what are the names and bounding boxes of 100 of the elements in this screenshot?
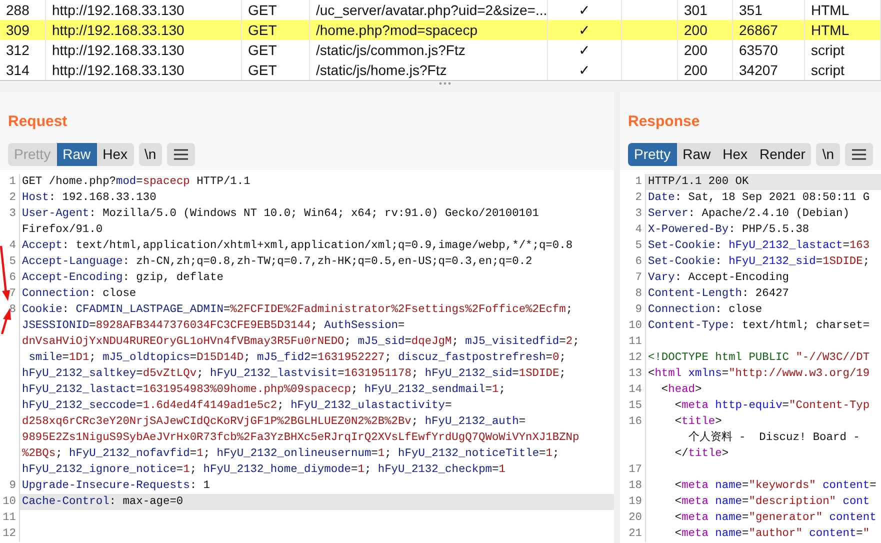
table-cell: 312: [6, 42, 30, 58]
table-cell: GET: [248, 62, 277, 78]
code-line: 9895E2Zs1NiguS9SybAeJVrHx0R73fcb%2Fa3YzBHXc5eRJrqIrQ2XVsLfEwfYrdUgQ7QWoWiVYnXJ1BZNp: [22, 432, 580, 444]
code-line: hFyU_2132_lastact=1631954983%09home.php%09spacecp; hFyU_2132_sendmail=1;: [22, 384, 506, 396]
code-line: Set-Cookie: hFyU_2132_lastact=163: [648, 240, 870, 252]
code-line: <html xmlns="http://www.w3.org/19: [648, 368, 870, 380]
table-cell: 200: [684, 62, 708, 78]
code-line: Connection: close: [648, 304, 762, 316]
line-number: 18: [628, 480, 642, 492]
menu-button[interactable]: [167, 143, 196, 166]
table-cell: GET: [248, 22, 277, 38]
arrow: [0, 246, 10, 301]
line-number: 3: [9, 208, 16, 220]
code-line: hFyU_2132_saltkey=d5vZtLQv; hFyU_2132_lastvisit=1631951178; hFyU_2132_sid=1SDIDE;: [22, 368, 566, 380]
table-cell: 200: [684, 22, 708, 38]
table-cell: http://192.168.33.130: [52, 42, 184, 58]
line-number: 3: [635, 208, 642, 220]
code-line: <title>: [674, 416, 722, 428]
table-cell: 301: [684, 2, 708, 18]
code-line: <meta name="keywords" content=: [674, 480, 876, 492]
line-number: 5: [9, 256, 16, 268]
table-cell: GET: [248, 42, 277, 58]
check-mark: ✓: [578, 1, 590, 20]
line-number: 2: [635, 192, 642, 204]
table-cell: http://192.168.33.130: [52, 62, 184, 78]
line-number: 5: [635, 240, 642, 252]
line-number: 9: [635, 304, 642, 316]
code-line: Accept-Language: zh-CN,zh;q=0.8,zh-TW;q=0.7,zh-HK;q=0.5,en-US;q=0.3,en;q=0.2: [22, 256, 532, 268]
table-cell: 309: [6, 22, 30, 38]
code-line: Host: 192.168.33.130: [22, 192, 156, 204]
line-number: 8: [635, 288, 642, 300]
code-line: smile=1D1; mJ5_oldtopics=D15D14D; mJ5_fid2=1631952227; discuz_fastpostrefresh=0;: [28, 352, 566, 364]
table-cell: GET: [248, 2, 277, 18]
view-tab[interactable]: Hex: [716, 143, 754, 166]
code-line: Content-Type: text/html; charset=: [648, 320, 870, 332]
line-number: 10: [628, 320, 642, 332]
line-number: 12: [2, 528, 16, 540]
check-mark: ✓: [578, 21, 590, 40]
code-line: d258xq6rCRc3eY20NrjSAJewCIdQcKoRVjGF1P%2BGLHLUEZ0N2%2B%2Bv; hFyU_2132_auth=: [22, 416, 526, 428]
menu-icon: [852, 149, 866, 160]
code-line: Upgrade-Insecure-Requests: 1: [22, 480, 210, 492]
line-number: 20: [628, 512, 642, 524]
check-mark: ✓: [578, 41, 590, 60]
code-line: Date: Sat, 18 Sep 2021 08:50:11 G: [648, 192, 870, 204]
table-cell: script: [811, 42, 844, 58]
code-line: Cookie: CFADMIN_LASTPAGE_ADMIN=%2FCFIDE%2Fadministrator%2Fsettings%2Foffice%2Ecfm;: [22, 304, 573, 316]
code-line: JSESSIONID=8928AFB3447376034FC3CFE9EB5D3144; AuthSession=: [22, 320, 405, 332]
line-number: 11: [2, 512, 16, 524]
table-cell: script: [811, 62, 844, 78]
code-line: dnVsaHViOjYxNDU4RUREOryGL1oHVn4fVBmay3R5Fu0rNEDO; mJ5_sid=dqeJgM; mJ5_visitedfid=2;: [22, 336, 580, 348]
line-number: 13: [628, 368, 642, 380]
newline-toggle[interactable]: \n: [138, 143, 162, 166]
view-tab[interactable]: Hex: [96, 143, 134, 166]
view-tab[interactable]: Raw: [56, 143, 97, 166]
code-line: <meta name="description" cont: [674, 496, 870, 508]
code-line: hFyU_2132_seccode=1.6d4ed4f4149ad1e5c2; hFyU_2132_ulastactivity=: [22, 400, 452, 412]
code-line: Content-Length: 26427: [648, 288, 789, 300]
table-cell: HTML: [811, 22, 850, 38]
line-number: 4: [9, 240, 16, 252]
table-cell: 26867: [739, 22, 778, 38]
code-line: GET /home.php?mod=spacecp HTTP/1.1: [22, 176, 250, 188]
table-cell: 34207: [739, 62, 778, 78]
code-line: </title>: [674, 448, 729, 460]
code-line: <head>: [660, 384, 702, 396]
line-number: 11: [628, 336, 642, 348]
table-cell: HTML: [811, 2, 850, 18]
table-cell: http://192.168.33.130: [52, 22, 184, 38]
grip-icon[interactable]: [438, 82, 450, 85]
view-tab[interactable]: Raw: [676, 143, 717, 166]
line-number: 19: [628, 496, 642, 508]
table-cell: 351: [739, 2, 762, 18]
line-number: 15: [628, 400, 642, 412]
code-line: 个人资料 - Discuz! Board -: [687, 432, 860, 444]
newline-toggle[interactable]: \n: [816, 143, 840, 166]
code-line: HTTP/1.1 200 OK: [648, 176, 749, 188]
code-line: hFyU_2132_ignore_notice=1; hFyU_2132_home_diymode=1; hFyU_2132_checkpm=1: [22, 464, 506, 476]
view-tab[interactable]: Pretty: [628, 143, 677, 166]
code-line: <meta name="author" content=": [674, 528, 870, 540]
line-number: 6: [9, 272, 16, 284]
line-number: 17: [628, 464, 642, 476]
line-number: 4: [635, 224, 642, 236]
code-line: Vary: Accept-Encoding: [648, 272, 789, 284]
arrow: [0, 308, 11, 334]
code-line: Accept: text/html,application/xhtml+xml,application/xml;q=0.9,image/webp,*/*;q=0.8: [22, 240, 573, 252]
line-number: 1: [9, 176, 16, 188]
view-tab[interactable]: Render: [754, 143, 812, 166]
table-cell: 200: [684, 42, 708, 58]
line-number: 1: [635, 176, 642, 188]
code-line: Connection: close: [22, 288, 136, 300]
code-line: <meta name="generator" content: [674, 512, 876, 524]
code-line: Server: Apache/2.4.10 (Debian): [648, 208, 850, 220]
table-cell: 288: [6, 2, 30, 18]
code-line: Firefox/91.0: [22, 224, 103, 236]
table-cell: http://192.168.33.130: [52, 2, 184, 18]
line-number: 7: [635, 272, 642, 284]
line-number: 9: [9, 480, 16, 492]
code-line: User-Agent: Mozilla/5.0 (Windows NT 10.0; Win64; x64; rv:91.0) Gecko/20100101: [22, 208, 539, 220]
pane-title: Request: [8, 112, 68, 132]
check-mark: ✓: [578, 61, 590, 80]
menu-button[interactable]: [845, 143, 874, 166]
